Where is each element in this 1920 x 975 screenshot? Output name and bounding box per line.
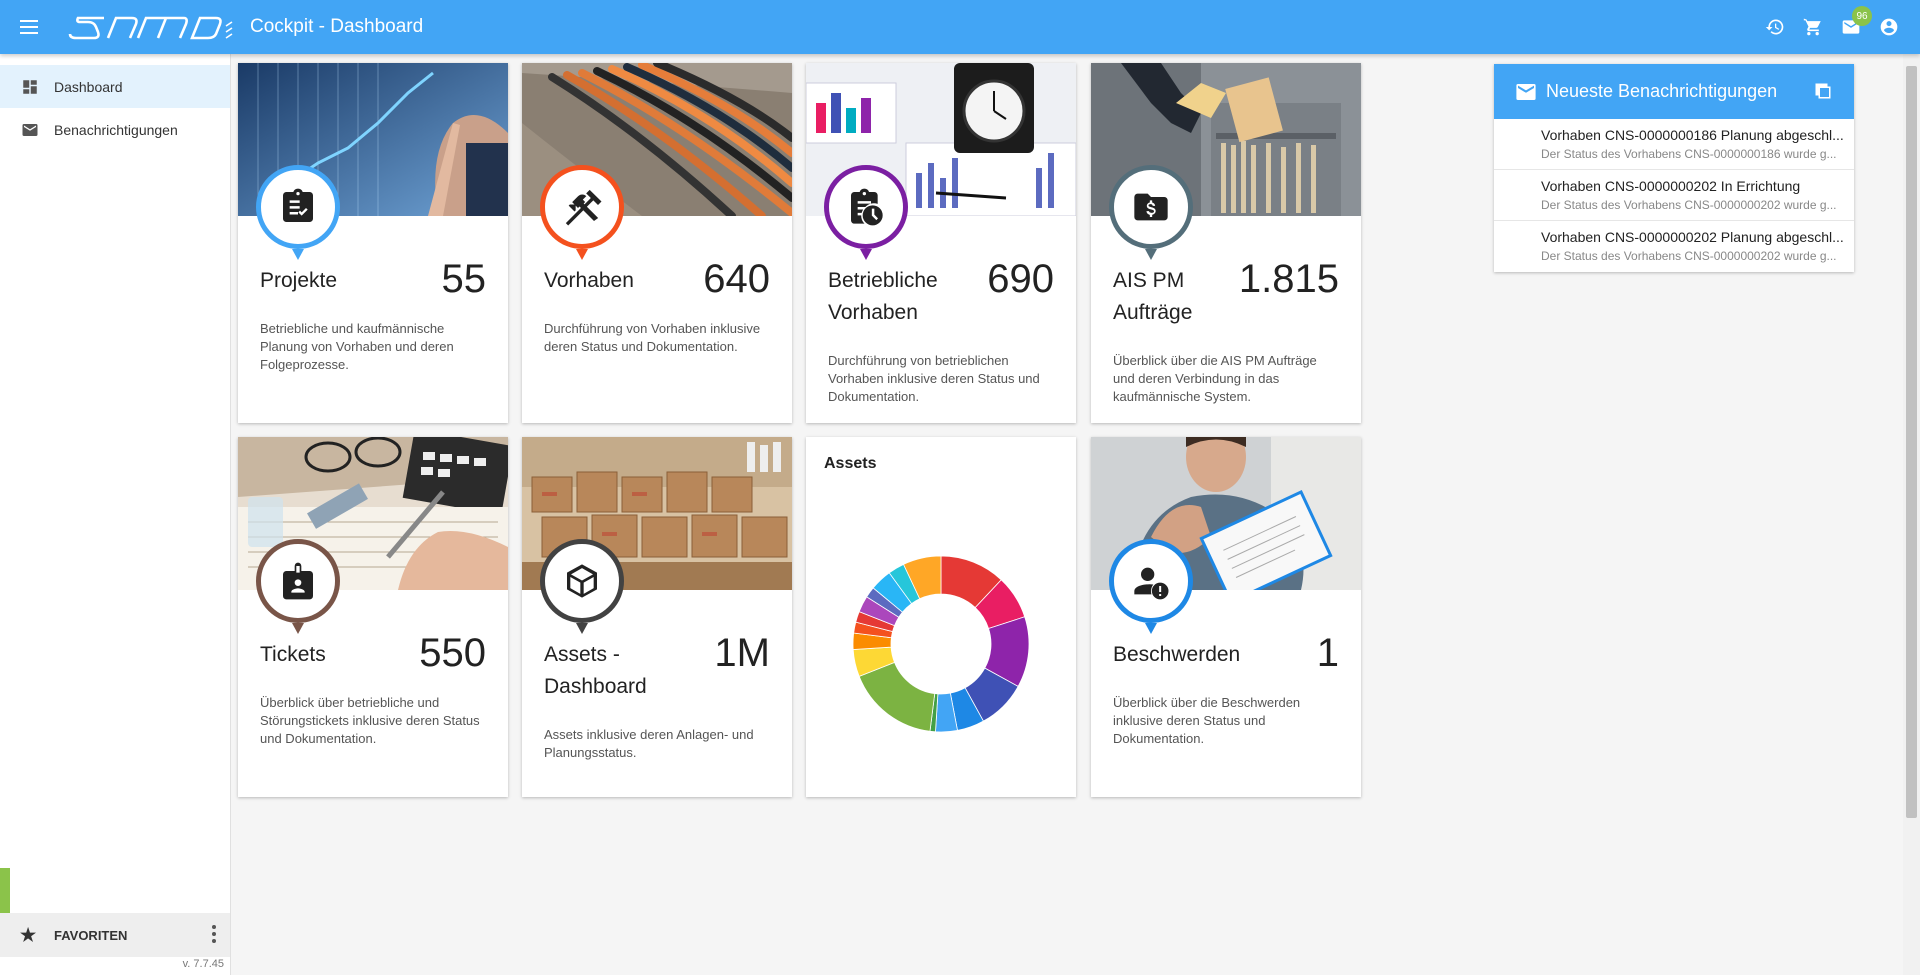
money-folder-icon — [1134, 193, 1168, 221]
notification-item[interactable]: Vorhaben CNS-0000000186 Planung abgeschl… — [1494, 119, 1854, 170]
notification-subtitle: Der Status des Vorhabens CNS-0000000202 … — [1541, 198, 1837, 212]
card-value: 1.815 — [1238, 257, 1339, 301]
assets-donut-chart — [852, 555, 1030, 733]
page-title: Cockpit - Dashboard — [250, 16, 424, 37]
notification-subtitle: Der Status des Vorhabens CNS-0000000202 … — [1541, 249, 1837, 263]
notifications-header: Neueste Benachrichtigungen — [1494, 64, 1854, 119]
card-assets-dashboard[interactable]: Assets - Dashboard 1M Assets inklusive d… — [522, 437, 792, 797]
card-description: Betriebliche und kaufmännische Planung v… — [260, 321, 454, 372]
assets-chart-card[interactable]: Assets — [806, 437, 1076, 797]
cart-icon[interactable] — [1802, 16, 1824, 38]
card-title: Assets - Dashboard — [544, 643, 647, 698]
notification-title: Vorhaben CNS-0000000202 In Errichtung — [1541, 178, 1801, 194]
donut-slice[interactable] — [858, 661, 936, 732]
history-icon[interactable] — [1764, 16, 1786, 38]
card-vorhaben[interactable]: Vorhaben 640 Durchführung von Vorhaben i… — [522, 63, 792, 423]
vorhaben-icon-pin — [540, 165, 624, 260]
card-value: 1 — [1316, 631, 1339, 675]
card-description: Überblick über betriebliche und Störungs… — [260, 695, 480, 746]
version-label: v. 7.7.45 — [182, 958, 224, 970]
sidebar: Dashboard Benachrichtigungen ★ FAVORITEN… — [0, 54, 231, 975]
card-description: Durchführung von betrieblichen Vorhaben … — [828, 353, 1040, 404]
card-value: 550 — [419, 631, 486, 675]
card-description: Überblick über die Beschwerden inklusive… — [1113, 695, 1301, 746]
app-header: Cockpit - Dashboard 96 — [0, 0, 1920, 54]
card-title: Betriebliche Vorhaben — [828, 269, 938, 324]
mail-icon — [20, 120, 40, 140]
notification-subtitle: Der Status des Vorhabens CNS-0000000186 … — [1541, 147, 1837, 161]
assets-icon-pin — [540, 539, 624, 634]
sidebar-item-dashboard[interactable]: Dashboard — [0, 65, 230, 108]
person-alert-icon — [1134, 567, 1169, 600]
card-tickets[interactable]: Tickets 550 Überblick über betriebliche … — [238, 437, 508, 797]
open-in-new-icon[interactable] — [1814, 82, 1832, 100]
mail-icon[interactable]: 96 — [1840, 6, 1872, 38]
card-betriebliche-vorhaben[interactable]: Betriebliche Vorhaben 690 Durchführung v… — [806, 63, 1076, 423]
card-beschwerden[interactable]: Beschwerden 1 Überblick über die Beschwe… — [1091, 437, 1361, 797]
card-title: Tickets — [260, 643, 326, 666]
card-value: 690 — [987, 257, 1054, 301]
card-description: Assets inklusive deren Anlagen- und Plan… — [544, 727, 754, 760]
scrollbar-thumb[interactable] — [1906, 66, 1917, 818]
menu-icon[interactable] — [20, 13, 48, 41]
favorites-label: FAVORITEN — [54, 927, 128, 943]
samo-logo[interactable] — [66, 12, 236, 42]
card-value: 1M — [714, 631, 770, 675]
betriebliche-vorhaben-icon-pin — [824, 165, 908, 260]
card-description: Überblick über die AIS PM Aufträge und d… — [1113, 353, 1317, 404]
notifications-title: Neueste Benachrichtigungen — [1546, 81, 1778, 101]
tools-icon — [565, 189, 602, 226]
sidebar-item-benachrichtigungen[interactable]: Benachrichtigungen — [0, 108, 230, 151]
notification-title: Vorhaben CNS-0000000186 Planung abgeschl… — [1541, 127, 1844, 143]
beschwerden-icon-pin — [1109, 539, 1193, 634]
projekte-icon-pin — [256, 165, 340, 260]
favorites-section[interactable]: ★ FAVORITEN — [0, 913, 230, 957]
card-description: Durchführung von Vorhaben inklusive dere… — [544, 321, 761, 354]
cube-icon — [567, 564, 597, 598]
notification-item[interactable]: Vorhaben CNS-0000000202 Planung abgeschl… — [1494, 221, 1854, 272]
page-scrollbar[interactable] — [1903, 54, 1920, 975]
star-icon: ★ — [20, 924, 37, 945]
card-ais-pm-auftraege[interactable]: AIS PM Aufträge 1.815 Überblick über die… — [1091, 63, 1361, 423]
card-title: Vorhaben — [544, 269, 634, 292]
notification-item[interactable]: Vorhaben CNS-0000000202 In Errichtung De… — [1494, 170, 1854, 221]
more-vert-icon[interactable] — [212, 925, 216, 943]
card-title: AIS PM Aufträge — [1113, 269, 1193, 324]
card-value: 640 — [703, 257, 770, 301]
mail-count-badge: 96 — [1852, 6, 1872, 26]
badge-person-icon — [283, 562, 313, 600]
notifications-panel: Neueste Benachrichtigungen Vorhaben CNS-… — [1494, 64, 1854, 272]
card-title: Projekte — [260, 269, 338, 292]
card-value: 55 — [441, 257, 487, 301]
sidebar-item-label: Dashboard — [54, 78, 123, 95]
notification-title: Vorhaben CNS-0000000202 Planung abgeschl… — [1541, 229, 1844, 245]
dashboard-icon — [20, 77, 40, 97]
sidebar-item-label: Benachrichtigungen — [54, 121, 178, 138]
tickets-icon-pin — [256, 539, 340, 634]
card-projekte[interactable]: Projekte 55 Betriebliche und kaufmännisc… — [238, 63, 508, 423]
mail-icon — [1516, 83, 1536, 100]
clipboard-check-icon — [283, 188, 313, 222]
clipboard-clock-icon — [851, 188, 883, 226]
account-icon[interactable] — [1878, 16, 1900, 38]
card-title: Beschwerden — [1113, 643, 1241, 666]
ais-pm-icon-pin — [1109, 165, 1193, 260]
